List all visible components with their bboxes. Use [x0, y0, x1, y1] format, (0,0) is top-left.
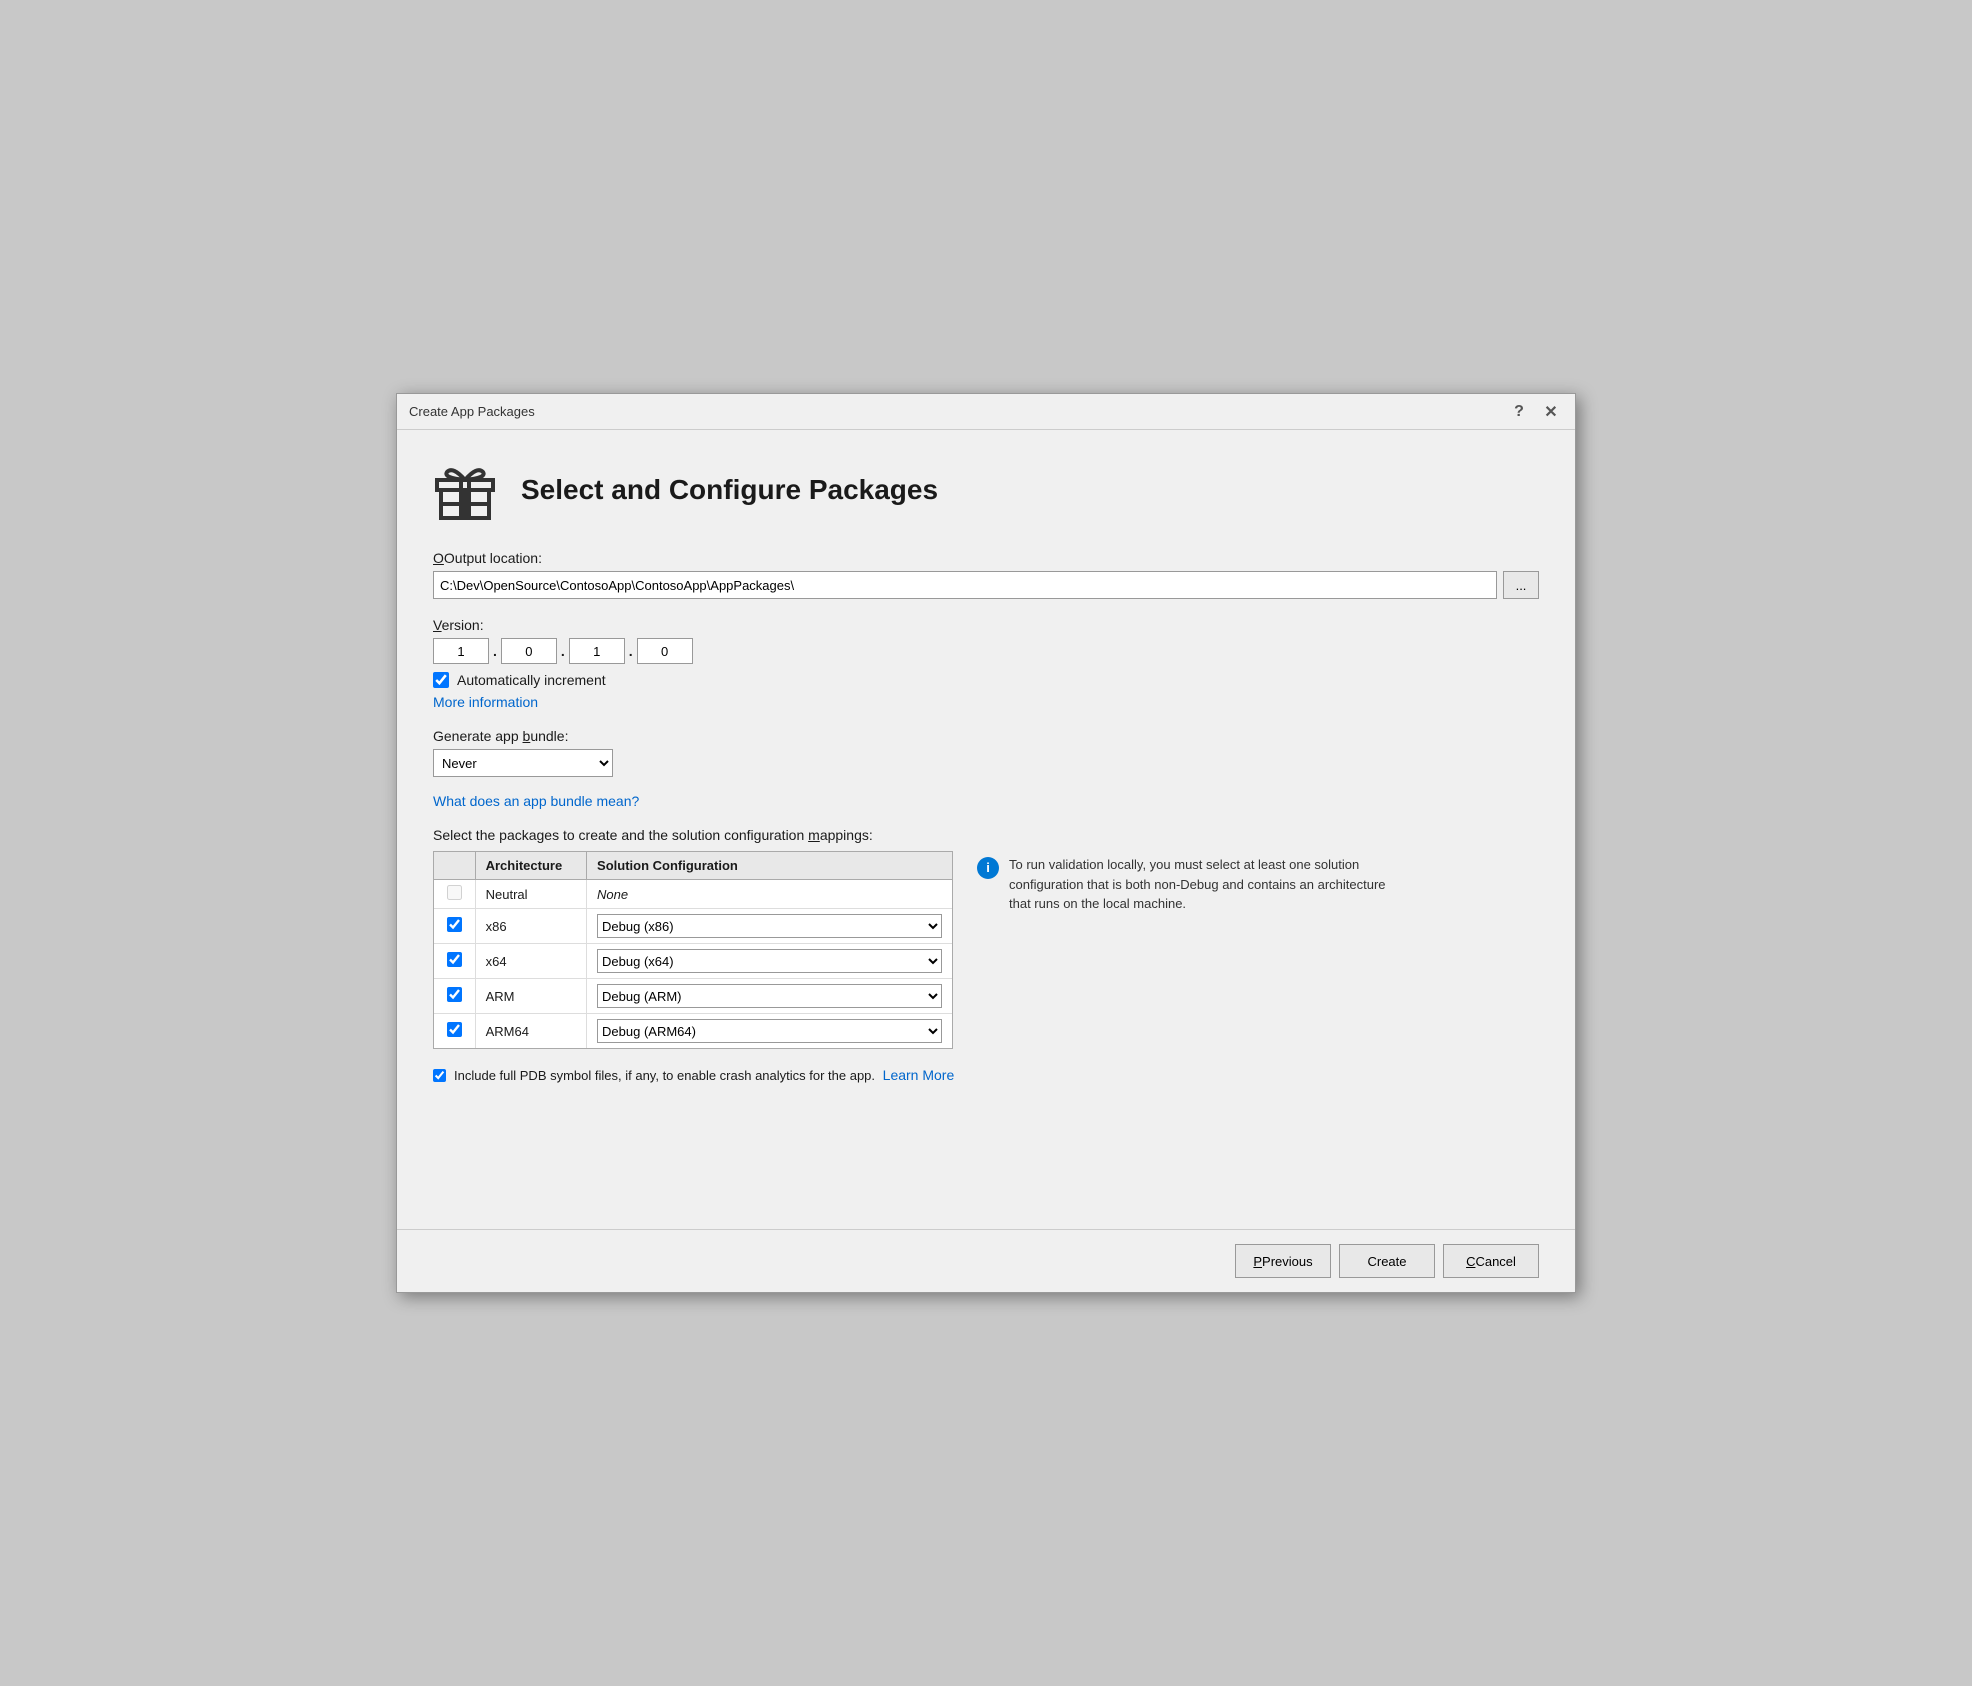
row-checkbox-cell [434, 1014, 475, 1049]
row-config-select[interactable]: Debug (x64)Release (x64) [597, 949, 942, 973]
table-info-row: Architecture Solution Configuration Neut… [433, 851, 1539, 1049]
output-location-row: ... [433, 571, 1539, 599]
generate-bundle-label: Generate app bundle: [433, 728, 1539, 744]
table-row: ARM64 Debug (ARM64)Release (ARM64) [434, 1014, 952, 1049]
auto-increment-checkbox[interactable] [433, 672, 449, 688]
info-icon: i [977, 857, 999, 879]
row-config-cell: Debug (x86)Release (x86) [587, 909, 952, 944]
row-architecture: ARM [475, 979, 586, 1014]
row-config-select[interactable]: Debug (x86)Release (x86) [597, 914, 942, 938]
title-bar: Create App Packages ? ✕ [397, 394, 1575, 430]
learn-more-link[interactable]: Learn More [883, 1067, 955, 1083]
info-box: i To run validation locally, you must se… [977, 851, 1397, 914]
table-row: x86 Debug (x86)Release (x86) [434, 909, 952, 944]
table-row: x64 Debug (x64)Release (x64) [434, 944, 952, 979]
row-checkbox[interactable] [447, 917, 462, 932]
row-checkbox[interactable] [447, 885, 462, 900]
row-config-none: None [597, 887, 628, 902]
version-section: Version: . . . Automatically increment M… [433, 617, 1539, 710]
pdb-row: Include full PDB symbol files, if any, t… [433, 1067, 1539, 1083]
version-minor[interactable] [501, 638, 557, 664]
version-build[interactable] [569, 638, 625, 664]
row-checkbox[interactable] [447, 987, 462, 1002]
auto-increment-row: Automatically increment [433, 672, 1539, 688]
table-row: Neutral None [434, 880, 952, 909]
what-bundle-means-link[interactable]: What does an app bundle mean? [433, 793, 639, 809]
col-header-check [434, 852, 475, 880]
row-config-cell: Debug (x64)Release (x64) [587, 944, 952, 979]
packages-table: Architecture Solution Configuration Neut… [433, 851, 953, 1049]
row-architecture: x86 [475, 909, 586, 944]
packages-table-section: Select the packages to create and the so… [433, 827, 1539, 1049]
version-row: . . . [433, 638, 1539, 664]
pdb-checkbox[interactable] [433, 1069, 446, 1082]
row-checkbox-cell [434, 909, 475, 944]
row-architecture: ARM64 [475, 1014, 586, 1049]
title-bar-buttons: ? ✕ [1507, 400, 1563, 424]
auto-increment-label: Automatically increment [457, 672, 606, 688]
row-config-cell: Debug (ARM)Release (ARM) [587, 979, 952, 1014]
output-location-label: OOutput location: [433, 550, 1539, 566]
row-checkbox-cell [434, 979, 475, 1014]
create-button[interactable]: Create [1339, 1244, 1435, 1278]
page-title: Select and Configure Packages [521, 474, 938, 506]
row-architecture: x64 [475, 944, 586, 979]
bundle-dropdown-row: Never Always If needed [433, 749, 1539, 777]
version-label: Version: [433, 617, 1539, 633]
help-button[interactable]: ? [1507, 400, 1531, 424]
row-checkbox-cell [434, 944, 475, 979]
version-major[interactable] [433, 638, 489, 664]
previous-button[interactable]: PPrevious [1235, 1244, 1331, 1278]
cancel-button[interactable]: CCancel [1443, 1244, 1539, 1278]
close-button[interactable]: ✕ [1539, 400, 1563, 424]
row-checkbox[interactable] [447, 952, 462, 967]
packages-table-label: Select the packages to create and the so… [433, 827, 1539, 843]
row-checkbox-cell [434, 880, 475, 909]
row-config-cell: None [587, 880, 952, 909]
generate-bundle-section: Generate app bundle: Never Always If nee… [433, 728, 1539, 809]
pdb-label: Include full PDB symbol files, if any, t… [454, 1067, 954, 1083]
dialog-content: Select and Configure Packages OOutput lo… [397, 430, 1575, 1229]
more-info-link[interactable]: More information [433, 694, 538, 710]
create-app-packages-dialog: Create App Packages ? ✕ [396, 393, 1576, 1293]
row-architecture: Neutral [475, 880, 586, 909]
header-section: Select and Configure Packages [433, 458, 1539, 522]
version-revision[interactable] [637, 638, 693, 664]
output-location-input[interactable] [433, 571, 1497, 599]
col-header-solution-config: Solution Configuration [587, 852, 952, 880]
row-config-select[interactable]: Debug (ARM64)Release (ARM64) [597, 1019, 942, 1043]
bundle-dropdown[interactable]: Never Always If needed [433, 749, 613, 777]
package-icon [433, 458, 497, 522]
browse-button[interactable]: ... [1503, 571, 1539, 599]
output-location-section: OOutput location: ... [433, 550, 1539, 599]
row-checkbox[interactable] [447, 1022, 462, 1037]
table-row: ARM Debug (ARM)Release (ARM) [434, 979, 952, 1014]
row-config-select[interactable]: Debug (ARM)Release (ARM) [597, 984, 942, 1008]
dialog-footer: PPrevious Create CCancel [397, 1229, 1575, 1292]
info-text: To run validation locally, you must sele… [1009, 855, 1397, 914]
row-config-cell: Debug (ARM64)Release (ARM64) [587, 1014, 952, 1049]
dialog-title: Create App Packages [409, 404, 535, 419]
col-header-architecture: Architecture [475, 852, 586, 880]
